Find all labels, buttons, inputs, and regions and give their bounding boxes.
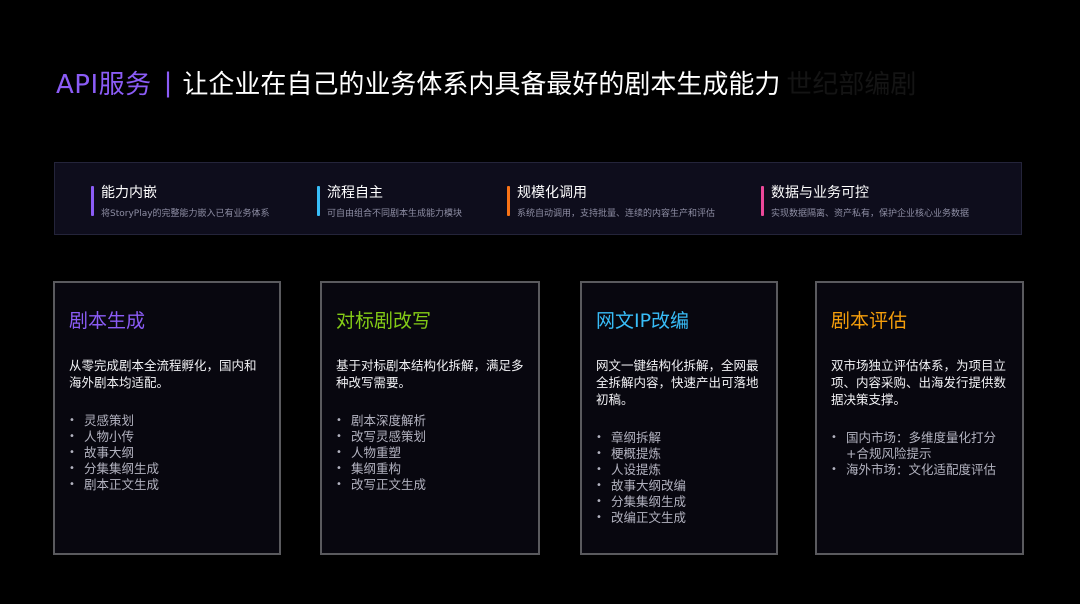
card-feature-list: 国内市场：多维度量化打分 +合规风险提示 海外市场：文化适配度评估 <box>831 430 1010 478</box>
title-api-label: API服务 <box>56 70 152 100</box>
card-script-generation[interactable]: 剧本生成 从零完成剧本全流程孵化，国内和海外剧本均适配。 灵感策划 人物小传 故… <box>53 281 281 555</box>
feature-accent-bar <box>91 186 94 216</box>
feature-accent-bar <box>761 186 764 216</box>
feature-flow: 流程自主 可自由组合不同剧本生成能力模块 <box>317 185 463 219</box>
list-item: 分集集纲生成 <box>596 494 764 510</box>
title-separator: | <box>163 67 173 98</box>
list-item: 人物小传 <box>69 429 267 445</box>
list-item: 故事大纲改编 <box>596 478 764 494</box>
feature-title: 流程自主 <box>327 185 383 201</box>
title-faded-text: 世纪部编剧 <box>786 70 917 100</box>
feature-embedded: 能力内嵌 将StoryPlay的完整能力嵌入已有业务体系 <box>91 185 270 219</box>
feature-bar: 能力内嵌 将StoryPlay的完整能力嵌入已有业务体系 流程自主 可自由组合不… <box>54 162 1022 235</box>
list-item: 分集集纲生成 <box>69 461 267 477</box>
feature-title: 数据与业务可控 <box>771 185 869 201</box>
list-item: 改编正文生成 <box>596 510 764 526</box>
card-description: 基于对标剧本结构化拆解，满足多种改写需要。 <box>336 358 524 390</box>
feature-subtitle: 实现数据隔离、资产私有，保护企业核心业务数据 <box>771 209 970 219</box>
list-item: 集纲重构 <box>336 461 526 477</box>
feature-accent-bar <box>507 186 510 216</box>
card-feature-list: 剧本深度解析 改写灵感策划 人物重塑 集纲重构 改写正文生成 <box>336 413 526 493</box>
card-web-novel-adaptation[interactable]: 网文IP改编 网文一键结构化拆解，全网最全拆解内容，快速产出可落地初稿。 章纲拆… <box>580 281 778 555</box>
list-item-text: 国内市场：多维度量化打分 <box>846 430 997 445</box>
feature-scale: 规模化调用 系统自动调用，支持批量、连续的内容生产和评估 <box>507 185 716 219</box>
feature-subtitle: 系统自动调用，支持批量、连续的内容生产和评估 <box>517 209 716 219</box>
list-item-continuation: +合规风险提示 <box>846 446 932 461</box>
card-description: 双市场独立评估体系，为项目立项、内容采购、出海发行提供数据决策支撑。 <box>831 358 1007 407</box>
list-item: 章纲拆解 <box>596 430 764 446</box>
feature-title: 能力内嵌 <box>101 185 157 201</box>
card-title: 对标剧改写 <box>336 310 432 332</box>
list-item: 灵感策划 <box>69 413 267 429</box>
card-description: 从零完成剧本全流程孵化，国内和海外剧本均适配。 <box>69 358 257 390</box>
list-item: 故事大纲 <box>69 445 267 461</box>
list-item: 国内市场：多维度量化打分 +合规风险提示 <box>831 430 1010 462</box>
list-item: 人物重塑 <box>336 445 526 461</box>
list-item: 剧本正文生成 <box>69 477 267 493</box>
card-title: 剧本评估 <box>831 310 908 332</box>
list-item: 改写正文生成 <box>336 477 526 493</box>
card-script-evaluation[interactable]: 剧本评估 双市场独立评估体系，为项目立项、内容采购、出海发行提供数据决策支撑。 … <box>815 281 1024 555</box>
feature-control: 数据与业务可控 实现数据隔离、资产私有，保护企业核心业务数据 <box>761 185 970 219</box>
feature-subtitle: 将StoryPlay的完整能力嵌入已有业务体系 <box>101 209 270 219</box>
list-item: 改写灵感策划 <box>336 429 526 445</box>
list-item: 海外市场：文化适配度评估 <box>831 462 1010 478</box>
card-benchmark-rewrite[interactable]: 对标剧改写 基于对标剧本结构化拆解，满足多种改写需要。 剧本深度解析 改写灵感策… <box>320 281 540 555</box>
list-item: 梗概提炼 <box>596 446 764 462</box>
feature-accent-bar <box>317 186 320 216</box>
card-description: 网文一键结构化拆解，全网最全拆解内容，快速产出可落地初稿。 <box>596 358 759 407</box>
card-title: 网文IP改编 <box>596 310 690 332</box>
card-feature-list: 灵感策划 人物小传 故事大纲 分集集纲生成 剧本正文生成 <box>69 413 267 493</box>
card-title: 剧本生成 <box>69 310 146 332</box>
card-feature-list: 章纲拆解 梗概提炼 人设提炼 故事大纲改编 分集集纲生成 改编正文生成 <box>596 430 764 526</box>
page-title: API服务 | 让企业在自己的业务体系内具备最好的剧本生成能力 世纪部编剧 <box>56 64 916 101</box>
list-item: 人设提炼 <box>596 462 764 478</box>
feature-subtitle: 可自由组合不同剧本生成能力模块 <box>327 209 463 219</box>
list-item: 剧本深度解析 <box>336 413 526 429</box>
title-main-text: 让企业在自己的业务体系内具备最好的剧本生成能力 <box>182 70 781 100</box>
feature-title: 规模化调用 <box>517 185 587 201</box>
